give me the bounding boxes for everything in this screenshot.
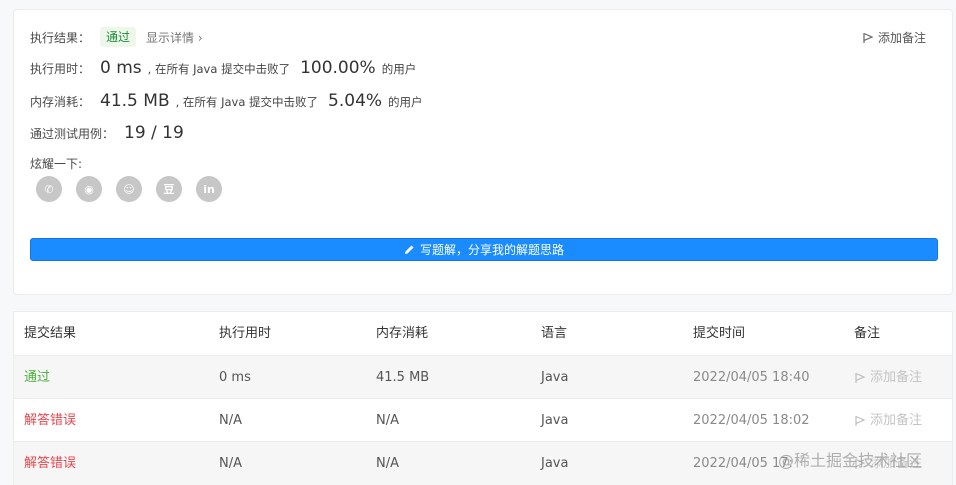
row-runtime: 0 ms bbox=[219, 370, 251, 385]
runtime-suffix: 的用户 bbox=[381, 62, 417, 76]
douban-icon[interactable]: 豆 bbox=[156, 176, 182, 202]
watermark: @稀土掘金技术社区 bbox=[778, 451, 923, 470]
header-language: 语言 bbox=[541, 326, 568, 341]
row-time: 2022/04/05 18:40 bbox=[693, 370, 810, 385]
show-details-link[interactable]: 显示详情 › bbox=[146, 29, 203, 46]
row-status[interactable]: 解答错误 bbox=[24, 442, 76, 485]
runtime-value: 0 ms bbox=[100, 58, 142, 78]
row-language: Java bbox=[541, 370, 569, 385]
row-note-label: 添加备注 bbox=[870, 413, 923, 428]
flag-icon bbox=[855, 372, 866, 383]
write-solution-button[interactable]: 写题解，分享我的解题思路 bbox=[30, 238, 938, 261]
linkedin-icon[interactable]: in bbox=[196, 176, 222, 202]
row-time: 2022/04/05 18:02 bbox=[693, 413, 810, 428]
table-header: 提交结果 执行用时 内存消耗 语言 提交时间 备注 bbox=[14, 312, 952, 355]
row-language: Java bbox=[541, 456, 569, 471]
weibo-icon[interactable]: ◉ bbox=[76, 176, 102, 202]
header-note: 备注 bbox=[854, 326, 881, 341]
row-language: Java bbox=[541, 413, 569, 428]
memory-value: 41.5 MB bbox=[100, 91, 170, 111]
row-runtime: N/A bbox=[219, 413, 242, 428]
row-memory: N/A bbox=[376, 456, 399, 471]
pencil-icon bbox=[404, 245, 414, 254]
testcase-value: 19 / 19 bbox=[124, 123, 184, 143]
testcase-label: 通过测试用例： bbox=[30, 127, 115, 141]
header-submit-time: 提交时间 bbox=[693, 326, 746, 341]
memory-label: 内存消耗： bbox=[30, 95, 91, 109]
row-add-note[interactable]: 添加备注 bbox=[854, 399, 922, 442]
table-row[interactable]: 解答错误 N/A N/A Java 2022/04/05 18:02 添加备注 bbox=[14, 398, 952, 442]
row-memory: N/A bbox=[376, 413, 399, 428]
header-status: 提交结果 bbox=[24, 326, 77, 341]
flag-icon bbox=[855, 415, 866, 426]
add-note-button[interactable]: 添加备注 bbox=[862, 29, 926, 46]
share-icons: ✆ ◉ ☺ 豆 in bbox=[36, 176, 222, 202]
add-note-label: 添加备注 bbox=[877, 31, 926, 45]
memory-row: 内存消耗： 41.5 MB , 在所有 Java 提交中击败了 5.04% 的用… bbox=[30, 91, 423, 111]
row-runtime: N/A bbox=[219, 456, 242, 471]
runtime-row: 执行用时： 0 ms , 在所有 Java 提交中击败了 100.00% 的用户 bbox=[30, 58, 416, 78]
qq-icon[interactable]: ☺ bbox=[116, 176, 142, 202]
share-row: 炫耀一下: bbox=[30, 155, 82, 172]
status-badge: 通过 bbox=[100, 27, 137, 47]
share-label: 炫耀一下: bbox=[30, 157, 83, 171]
write-solution-label: 写题解，分享我的解题思路 bbox=[419, 243, 564, 257]
testcase-row: 通过测试用例： 19 / 19 bbox=[30, 123, 190, 143]
row-memory: 41.5 MB bbox=[376, 370, 430, 385]
memory-beat-text: , 在所有 Java 提交中击败了 bbox=[175, 95, 319, 109]
row-status[interactable]: 通过 bbox=[24, 356, 50, 399]
memory-percent: 5.04% bbox=[328, 91, 383, 111]
submission-result-card: 执行结果： 通过 显示详情 › 添加备注 执行用时： 0 ms , 在所有 Ja… bbox=[13, 9, 953, 295]
result-row: 执行结果： bbox=[30, 29, 90, 46]
memory-suffix: 的用户 bbox=[388, 95, 423, 109]
row-note-label: 添加备注 bbox=[870, 370, 923, 385]
runtime-label: 执行用时： bbox=[30, 62, 91, 76]
row-add-note[interactable]: 添加备注 bbox=[854, 356, 922, 399]
runtime-beat-text: , 在所有 Java 提交中击败了 bbox=[147, 62, 291, 76]
result-label: 执行结果： bbox=[30, 31, 91, 45]
runtime-percent: 100.00% bbox=[300, 58, 376, 78]
header-memory: 内存消耗 bbox=[376, 326, 429, 341]
wechat-icon[interactable]: ✆ bbox=[36, 176, 62, 202]
header-runtime: 执行用时 bbox=[219, 326, 272, 341]
row-status[interactable]: 解答错误 bbox=[24, 399, 76, 442]
flag-icon bbox=[863, 32, 874, 43]
table-row[interactable]: 通过 0 ms 41.5 MB Java 2022/04/05 18:40 添加… bbox=[14, 355, 952, 399]
